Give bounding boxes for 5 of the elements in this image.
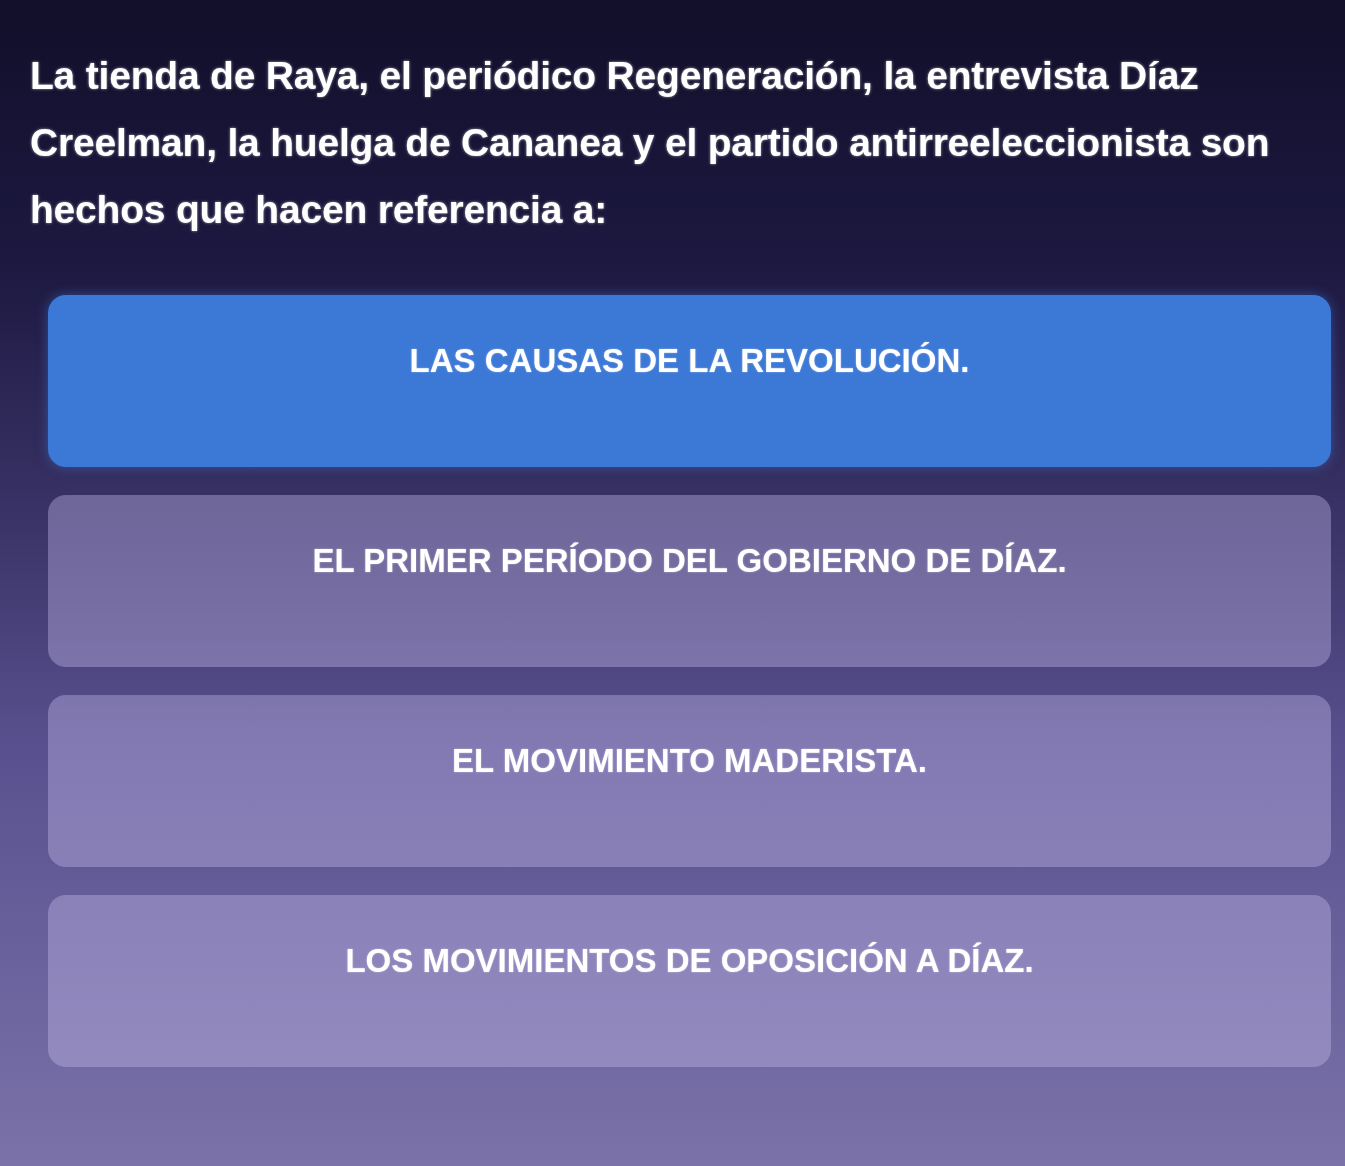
answer-option[interactable]: LOS MOVIMIENTOS DE OPOSICIÓN A DÍAZ. [48,895,1331,1067]
answer-option[interactable]: LAS CAUSAS DE LA REVOLUCIÓN. [48,295,1331,467]
question-text: La tienda de Raya, el periódico Regeneración, la entrevista Díaz Creelman, la huelga de Cananea y el partido antirreeleccionista son hechos que hacen referencia a: [30,53,1271,233]
answer-option[interactable]: EL PRIMER PERÍODO DEL GOBIERNO DE DÍAZ. [48,495,1331,667]
answer-option[interactable]: EL MOVIMIENTO MADERISTA. [48,695,1331,867]
